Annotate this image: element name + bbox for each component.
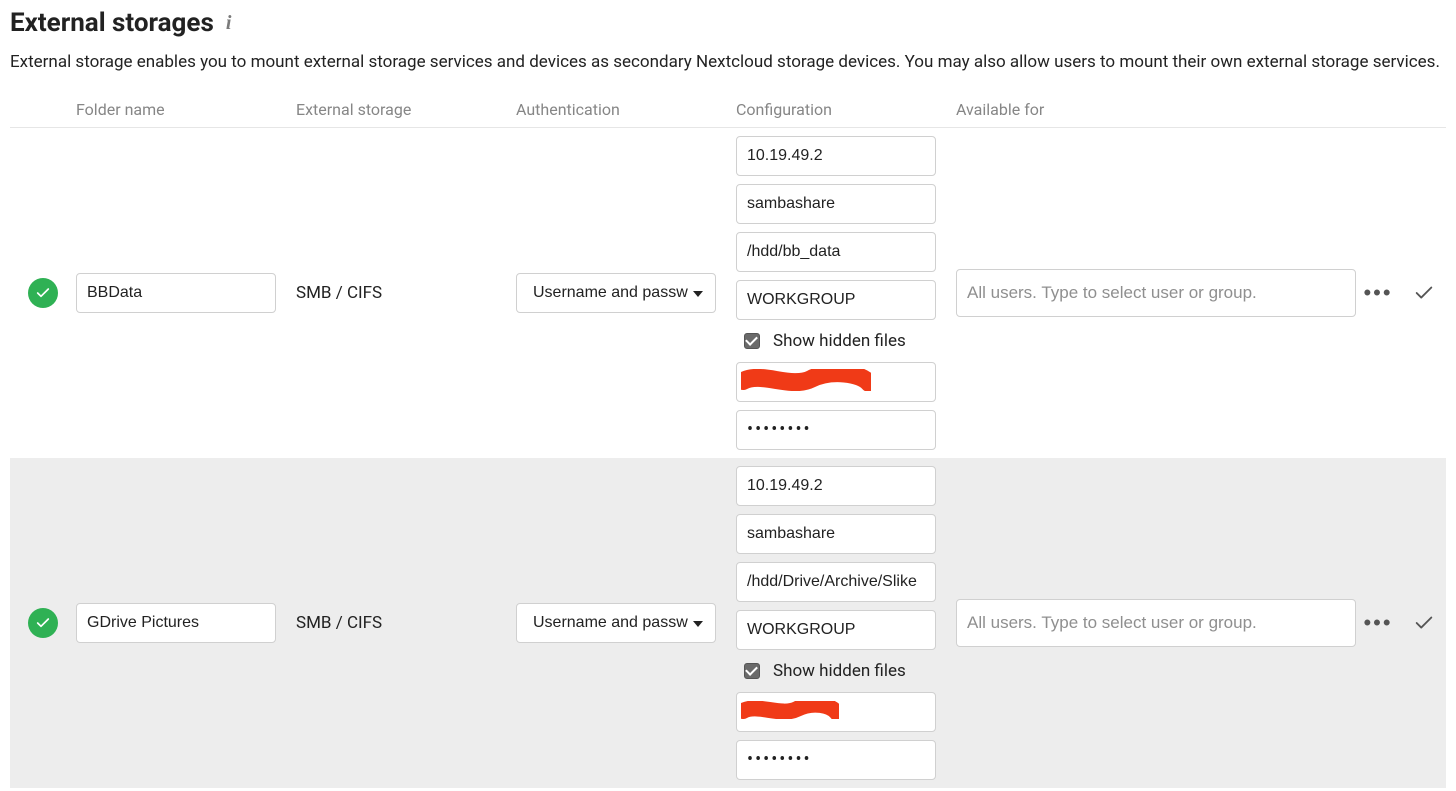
config-subfolder-input[interactable] — [736, 232, 936, 272]
config-subfolder-input[interactable] — [736, 562, 936, 602]
storage-row: SMB / CIFS Username and passw Show hidde… — [10, 458, 1446, 788]
show-hidden-checkbox[interactable] — [744, 663, 760, 679]
show-hidden-label: Show hidden files — [773, 331, 906, 351]
page-subtitle: External storage enables you to mount ex… — [10, 52, 1446, 72]
show-hidden-label: Show hidden files — [773, 661, 906, 681]
save-button[interactable] — [1402, 601, 1446, 645]
config-share-input[interactable] — [736, 184, 936, 224]
col-auth: Authentication — [516, 100, 736, 119]
folder-name-input[interactable] — [76, 273, 276, 313]
config-host-input[interactable] — [736, 136, 936, 176]
config-host-input[interactable] — [736, 466, 936, 506]
col-available: Available for — [956, 100, 1356, 119]
page-title: External storages — [10, 8, 214, 38]
col-config: Configuration — [736, 100, 956, 119]
col-backend: External storage — [296, 100, 516, 119]
status-ok-icon — [28, 278, 58, 308]
available-for-input[interactable] — [956, 269, 1356, 317]
show-hidden-checkbox[interactable] — [744, 333, 760, 349]
status-ok-icon — [28, 608, 58, 638]
save-button[interactable] — [1402, 271, 1446, 315]
config-password-input[interactable]: •••••••• — [736, 740, 936, 780]
folder-name-input[interactable] — [76, 603, 276, 643]
check-icon — [1413, 282, 1435, 304]
ellipsis-icon: ••• — [1363, 282, 1392, 304]
config-username-input[interactable] — [736, 692, 936, 732]
config-share-input[interactable] — [736, 514, 936, 554]
auth-select[interactable]: Username and passw — [516, 273, 716, 313]
config-domain-input[interactable] — [736, 280, 936, 320]
storage-row: SMB / CIFS Username and passw Show hidde… — [10, 128, 1446, 458]
auth-select[interactable]: Username and passw — [516, 603, 716, 643]
available-for-input[interactable] — [956, 599, 1356, 647]
more-actions-button[interactable]: ••• — [1356, 271, 1400, 315]
config-domain-input[interactable] — [736, 610, 936, 650]
config-username-input[interactable] — [736, 362, 936, 402]
more-actions-button[interactable]: ••• — [1356, 601, 1400, 645]
column-headers: Folder name External storage Authenticat… — [10, 94, 1446, 128]
info-icon[interactable]: i — [226, 12, 232, 35]
backend-label: SMB / CIFS — [296, 609, 516, 637]
check-icon — [1413, 612, 1435, 634]
ellipsis-icon: ••• — [1363, 612, 1392, 634]
config-password-input[interactable]: •••••••• — [736, 410, 936, 450]
backend-label: SMB / CIFS — [296, 279, 516, 307]
col-folder: Folder name — [76, 100, 296, 119]
